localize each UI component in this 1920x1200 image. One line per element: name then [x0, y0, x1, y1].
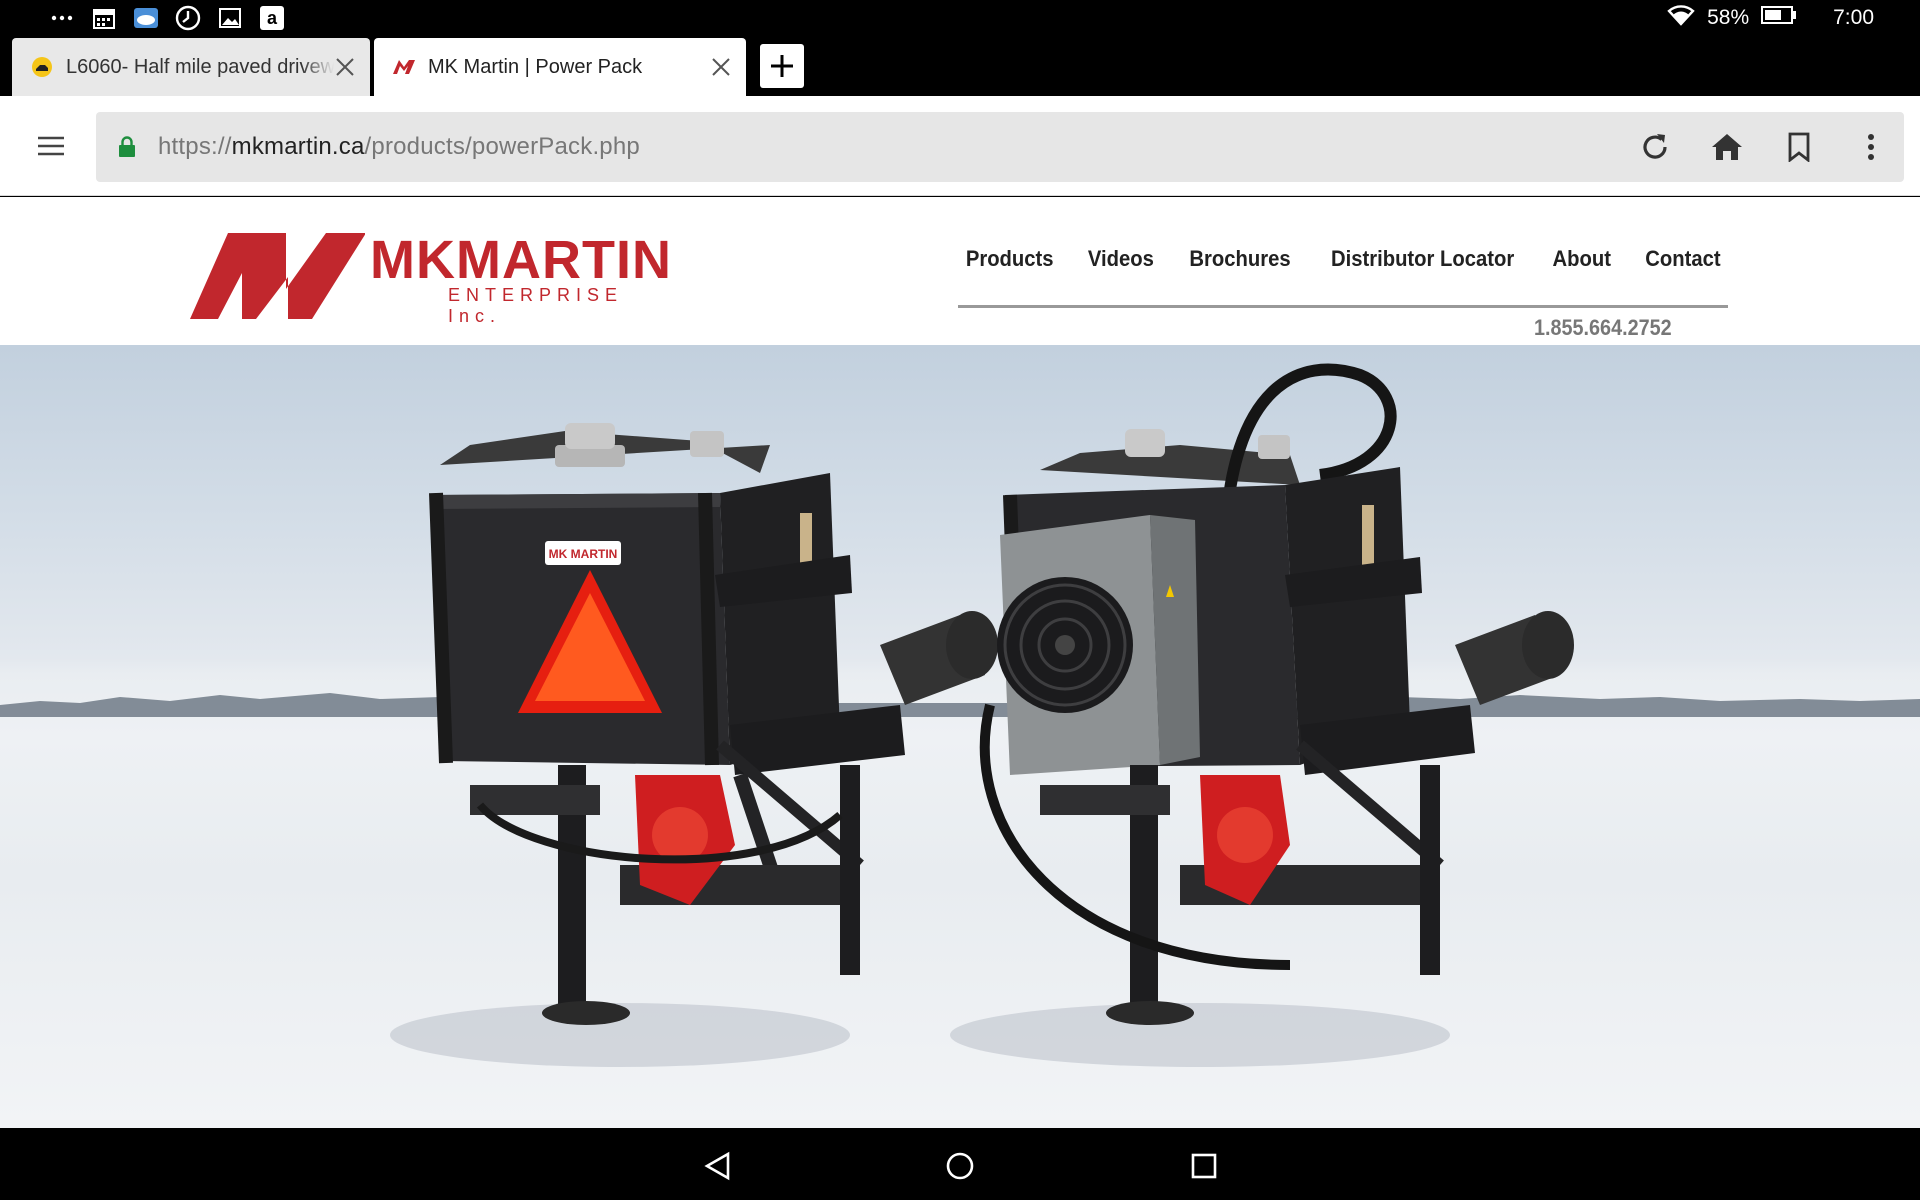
recents-button[interactable] — [1184, 1146, 1224, 1186]
calendar-icon — [90, 4, 118, 32]
hamburger-menu-button[interactable] — [30, 126, 72, 166]
hero-image: MK MARTIN — [0, 345, 1920, 1128]
browser-toolbar: https://mkmartin.ca/products/powerPack.p… — [0, 96, 1920, 196]
lock-icon — [118, 135, 138, 159]
bookmark-icon[interactable] — [1780, 128, 1818, 166]
close-tab-icon[interactable] — [708, 54, 734, 80]
nav-distributor-locator[interactable]: Distributor Locator — [1331, 239, 1514, 305]
clock-icon — [174, 4, 202, 32]
logo-subtitle: ENTERPRISE Inc. — [448, 285, 624, 326]
tractor-favicon-icon — [30, 55, 54, 79]
new-tab-button[interactable] — [760, 44, 804, 88]
mk-favicon-icon — [392, 55, 416, 79]
amazon-icon: a — [258, 4, 286, 32]
battery-percent: 58% — [1707, 6, 1750, 29]
logo-name: MKMARTIN — [370, 230, 672, 290]
close-tab-icon[interactable] — [332, 54, 358, 80]
reload-icon[interactable] — [1636, 128, 1674, 166]
mk-martin-logo[interactable]: MKMARTIN ENTERPRISE Inc. — [190, 231, 671, 326]
nav-videos[interactable]: Videos — [1088, 239, 1154, 305]
wifi-icon — [1667, 4, 1695, 32]
url-text: https://mkmartin.ca/products/powerPack.p… — [158, 133, 640, 160]
tab-mk-martin[interactable]: MK Martin | Power Pack — [374, 38, 746, 96]
clock-time: 7:00 — [1833, 6, 1874, 29]
main-nav: Products Videos Brochures Distributor Lo… — [958, 239, 1728, 308]
recents-square-icon — [1191, 1153, 1217, 1179]
svg-text:a: a — [267, 8, 278, 28]
weather-icon — [132, 4, 160, 32]
nav-contact[interactable]: Contact — [1645, 239, 1720, 305]
notification-icons: a — [48, 4, 286, 32]
address-bar[interactable]: https://mkmartin.ca/products/powerPack.p… — [96, 112, 1904, 182]
power-pack-units: MK MARTIN — [390, 363, 1574, 1067]
gallery-icon — [216, 4, 244, 32]
left-power-pack: MK MARTIN — [429, 423, 998, 1025]
web-page: MKMARTIN ENTERPRISE Inc. Products Videos… — [0, 197, 1920, 1128]
tab-strip: L6060- Half mile paved driveway MK Marti… — [0, 36, 1920, 96]
home-icon[interactable] — [1708, 128, 1746, 166]
home-circle-icon — [946, 1152, 974, 1180]
mk-badge-label: MK MARTIN — [549, 547, 618, 561]
more-dots-icon — [48, 4, 76, 32]
battery-icon — [1761, 5, 1797, 31]
tab-title: MK Martin | Power Pack — [428, 55, 643, 78]
phone-number[interactable]: 1.855.664.2752 — [1534, 315, 1672, 341]
right-power-pack — [979, 363, 1574, 1025]
tab-title: L6060- Half mile paved driveway — [66, 55, 334, 78]
back-triangle-icon — [704, 1151, 730, 1181]
overflow-menu-icon[interactable] — [1852, 128, 1890, 166]
status-bar: a 58% 7:00 — [0, 0, 1920, 36]
home-button[interactable] — [940, 1146, 980, 1186]
back-button[interactable] — [698, 1146, 738, 1186]
system-nav-bar — [0, 1128, 1920, 1200]
nav-products[interactable]: Products — [966, 239, 1054, 305]
nav-brochures[interactable]: Brochures — [1190, 239, 1291, 305]
nav-about[interactable]: About — [1553, 239, 1611, 305]
tab-l6060[interactable]: L6060- Half mile paved driveway — [12, 38, 370, 96]
plus-icon — [771, 55, 793, 77]
menu-icon — [38, 136, 64, 156]
site-header: MKMARTIN ENTERPRISE Inc. Products Videos… — [0, 197, 1920, 345]
mk-logo-mark-icon — [190, 233, 365, 319]
